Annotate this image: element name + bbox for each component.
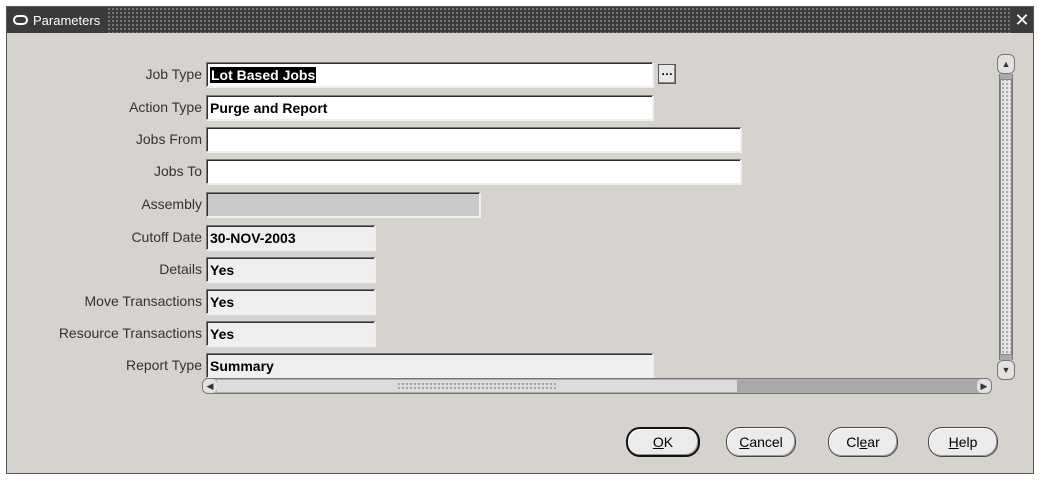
window-menu-icon[interactable] [13,15,28,25]
arrow-up-icon: ▲ [1001,59,1011,69]
jobs-to-field[interactable] [206,159,742,185]
ok-button[interactable]: OK [626,427,700,457]
move-transactions-value: Yes [210,294,235,310]
cancel-mnemonic: C [739,434,750,450]
vertical-scroll-thumb[interactable] [1000,79,1012,355]
title-area: Parameters [7,7,109,33]
resource-transactions-value: Yes [210,326,235,342]
details-label: Details [159,261,202,277]
close-button[interactable]: ✕ [1011,7,1033,33]
details-field[interactable]: Yes [206,257,376,283]
job-type-field[interactable]: Lot Based Jobs [206,62,654,88]
ok-label-rest: K [663,434,674,450]
clear-button[interactable]: Clear [828,427,898,457]
clear-label-pre: Cl [846,434,860,450]
cutoff-date-value: 30-NOV-2003 [210,230,296,246]
cutoff-date-field[interactable]: 30-NOV-2003 [206,225,376,251]
arrow-down-icon: ▼ [1001,365,1011,375]
action-type-field[interactable]: Purge and Report [206,95,654,121]
window-title: Parameters [33,12,101,28]
scroll-right-button[interactable]: ▶ [977,379,991,393]
assembly-label: Assembly [141,196,202,212]
resource-transactions-label: Resource Transactions [58,325,202,341]
jobs-from-field[interactable] [206,127,742,153]
report-type-label: Report Type [125,357,202,373]
move-transactions-label: Move Transactions [84,293,203,309]
help-button[interactable]: Help [928,427,998,457]
cutoff-date-label: Cutoff Date [131,229,202,245]
job-type-value: Lot Based Jobs [210,67,317,83]
details-value: Yes [210,262,235,278]
jobs-from-label: Jobs From [135,131,202,147]
help-mnemonic: H [948,434,959,450]
horizontal-scroll-thumb[interactable] [217,380,737,392]
clear-label-rest: ar [867,434,880,450]
scroll-grip [397,382,557,390]
scroll-up-button[interactable]: ▲ [997,54,1015,74]
arrow-left-icon: ◀ [206,381,214,391]
assembly-field [206,192,481,218]
job-type-lov-button[interactable]: … [658,64,676,84]
close-icon: ✕ [1014,9,1030,30]
report-type-field[interactable]: Summary [206,353,654,379]
action-type-label: Action Type [129,99,202,115]
scroll-left-button[interactable]: ◀ [203,379,217,393]
help-label-rest: elp [958,434,978,450]
scroll-down-button[interactable]: ▼ [997,360,1015,380]
ok-mnemonic: O [652,434,664,450]
cancel-label-rest: ancel [749,434,783,450]
report-type-value: Summary [210,358,274,374]
action-type-value: Purge and Report [210,100,328,116]
arrow-right-icon: ▶ [980,381,988,391]
move-transactions-field[interactable]: Yes [206,289,376,315]
job-type-label: Job Type [145,66,202,82]
vertical-scrollbar[interactable]: ▲ ▼ [997,54,1015,380]
cancel-button[interactable]: Cancel [726,427,796,457]
resource-transactions-field[interactable]: Yes [206,321,376,347]
jobs-to-label: Jobs To [154,163,202,179]
horizontal-scrollbar[interactable]: ◀ ▶ [202,378,992,394]
ellipsis-icon: … [661,64,673,78]
title-bar[interactable]: Parameters ✕ [7,7,1033,33]
